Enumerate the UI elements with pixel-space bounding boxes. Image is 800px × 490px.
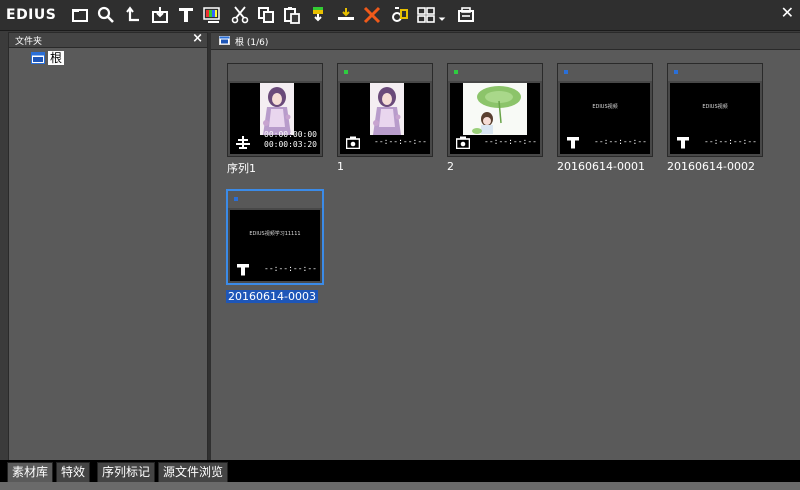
title-icon[interactable] — [176, 5, 196, 25]
folder-root-label: 根 — [48, 51, 65, 65]
cut-icon[interactable] — [230, 5, 250, 25]
add-to-timeline-icon[interactable] — [336, 5, 356, 25]
bin-path-bar: 根 (1/6) — [211, 33, 800, 50]
color-bars-icon[interactable] — [202, 5, 222, 25]
camera-icon — [346, 136, 360, 149]
close-icon[interactable]: × — [192, 31, 203, 46]
toolbar: EDIUS ✕ — [0, 0, 800, 31]
status-dot-blue — [234, 197, 238, 201]
folder-panel: 文件夹 × 根 — [8, 31, 208, 462]
folder-tree-root[interactable]: 根 — [31, 51, 65, 65]
export-icon[interactable] — [456, 5, 476, 25]
status-dot-green — [344, 70, 348, 74]
clip-name: 序列1 — [227, 162, 256, 175]
clip-thumbnail: EDIUS视频学习11111 --:--:--:-- — [230, 210, 320, 281]
delete-icon[interactable] — [362, 5, 382, 25]
clip-frame: EDIUS视频学习11111 --:--:--:-- — [226, 189, 324, 285]
clip-timecode: --:--:--:-- — [264, 264, 317, 273]
clip-item[interactable]: EDIUS视频 --:--:--:-- 20160614-0002 — [667, 63, 765, 173]
title-text: EDIUS视频 — [702, 104, 728, 110]
clip-thumbnail: EDIUS视频 --:--:--:-- — [670, 83, 760, 154]
status-dot-green — [454, 70, 458, 74]
title-clip-icon — [237, 264, 249, 276]
add-to-player-icon[interactable] — [308, 5, 328, 25]
view-mode-icon[interactable] — [416, 5, 436, 25]
status-strip — [0, 482, 800, 490]
clip-item-selected[interactable]: EDIUS视频学习11111 --:--:--:-- 20160614-0003 — [226, 189, 324, 304]
properties-icon[interactable] — [390, 5, 410, 25]
clip-timecode-in: 00:00:00:00 — [264, 130, 317, 139]
folder-icon — [219, 36, 230, 45]
girl-illustration — [370, 83, 404, 135]
title-text: EDIUS视频学习11111 — [249, 231, 301, 237]
app-title: EDIUS — [6, 7, 57, 23]
clip-timecode: --:--:--:-- — [594, 137, 647, 146]
clip-thumbnail: EDIUS视频 --:--:--:-- — [560, 83, 650, 154]
bin-path: 根 (1/6) — [235, 38, 269, 48]
status-dot-blue — [674, 70, 678, 74]
folder-icon — [31, 52, 45, 64]
sequence-icon — [236, 136, 250, 149]
copy-icon[interactable] — [256, 5, 276, 25]
dropdown-icon[interactable] — [436, 5, 448, 25]
clip-item[interactable]: --:--:--:-- 1 — [337, 63, 435, 173]
clip-thumbnail: 00:00:00:00 00:00:03:20 — [230, 83, 320, 154]
clip-frame: EDIUS视频 --:--:--:-- — [667, 63, 763, 157]
camera-icon — [456, 136, 470, 149]
clip-name: 20160614-0003 — [226, 290, 318, 303]
tab-source-browser[interactable]: 源文件浏览 — [158, 462, 229, 483]
clip-item[interactable]: EDIUS视频 --:--:--:-- 20160614-0001 — [557, 63, 655, 173]
search-icon[interactable] — [96, 5, 116, 25]
leaf-girl-illustration — [463, 83, 527, 135]
tab-bin[interactable]: 素材库 — [7, 462, 54, 483]
clip-thumbnail: --:--:--:-- — [340, 83, 430, 154]
clip-item[interactable]: --:--:--:-- 2 — [447, 63, 545, 173]
title-clip-icon — [677, 137, 689, 149]
clip-name: 20160614-0002 — [667, 160, 755, 173]
title-text: EDIUS视频 — [592, 104, 618, 110]
clip-frame: 00:00:00:00 00:00:03:20 — [227, 63, 323, 157]
clip-frame: EDIUS视频 --:--:--:-- — [557, 63, 653, 157]
clip-frame: --:--:--:-- — [337, 63, 433, 157]
tab-sequence-markers[interactable]: 序列标记 — [97, 462, 156, 483]
clip-timecode: --:--:--:-- — [374, 137, 427, 146]
clip-name: 1 — [337, 160, 344, 173]
status-dot-blue — [564, 70, 568, 74]
girl-illustration — [260, 83, 294, 135]
clip-name: 20160614-0001 — [557, 160, 645, 173]
clip-item[interactable]: 00:00:00:00 00:00:03:20 序列1 — [227, 63, 325, 176]
clip-timecode-out: 00:00:03:20 — [264, 140, 317, 149]
clip-frame: --:--:--:-- — [447, 63, 543, 157]
clip-timecode: --:--:--:-- — [484, 137, 537, 146]
up-folder-icon[interactable] — [124, 5, 144, 25]
tab-effects[interactable]: 特效 — [56, 462, 91, 483]
clip-timecode: --:--:--:-- — [704, 137, 757, 146]
clip-thumbnail: --:--:--:-- — [450, 83, 540, 154]
bottom-tab-bar: 素材库 特效 序列标记 源文件浏览 — [0, 460, 800, 483]
new-folder-icon[interactable] — [70, 5, 90, 25]
folder-panel-title: 文件夹 — [15, 37, 43, 47]
folder-panel-header: 文件夹 × — [9, 31, 207, 48]
close-window-button[interactable]: ✕ — [781, 3, 794, 22]
import-icon[interactable] — [150, 5, 170, 25]
clip-name: 2 — [447, 160, 454, 173]
paste-icon[interactable] — [282, 5, 302, 25]
bin-panel: 根 (1/6) 00:00:00:00 00:00:03:20 序列1 --:-… — [211, 32, 800, 461]
title-clip-icon — [567, 137, 579, 149]
